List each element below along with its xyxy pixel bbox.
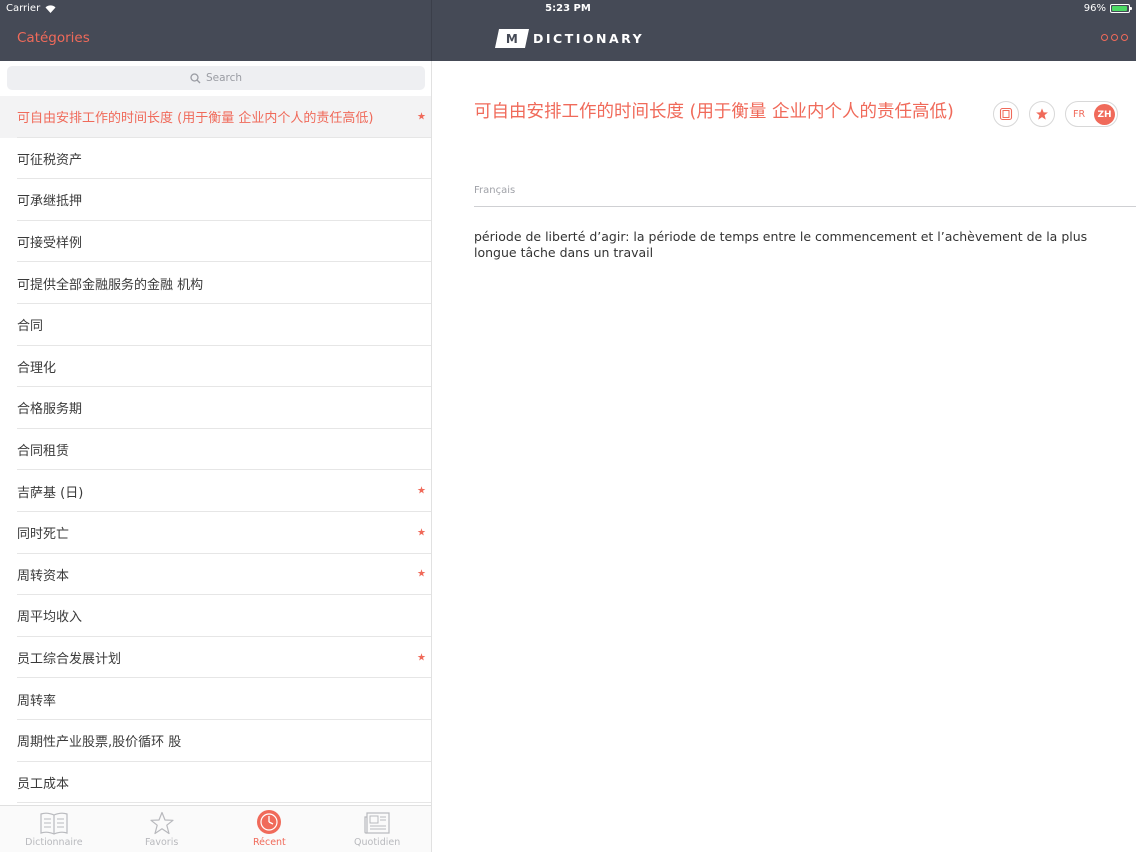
tab-recent[interactable]: Récent <box>216 806 324 852</box>
tab-quotidien[interactable]: Quotidien <box>323 806 431 852</box>
toggle-fr-label: FR <box>1073 108 1086 120</box>
category-panel: Search 可自由安排工作的时间长度 (用于衡量 企业内个人的责任高低) ★ 可征… <box>0 61 431 852</box>
tab-label: Quotidien <box>354 837 401 848</box>
list-item[interactable]: 可接受样例 <box>0 221 431 263</box>
list-item[interactable]: 可提供全部金融服务的金融 机构 <box>0 262 431 304</box>
entry-panel: 可自由安排工作的时间长度 (用于衡量 企业内个人的责任高低) FR ZH Fra… <box>432 61 1136 852</box>
tab-label: Favoris <box>144 837 179 848</box>
list-item-label: 合同 <box>17 319 44 335</box>
favorite-star-icon: ★ <box>417 527 426 539</box>
list-item-label: 员工综合发展计划 <box>17 652 122 668</box>
list-item[interactable]: 合理化 <box>0 346 431 388</box>
language-toggle[interactable]: FR ZH <box>1065 101 1118 127</box>
tab-label: Dictionnaire <box>25 837 83 848</box>
list-item-label: 员工成本 <box>17 776 70 792</box>
list-item-label: 可提供全部金融服务的金融 机构 <box>17 277 204 293</box>
categories-button[interactable]: Catégories <box>17 30 90 46</box>
list-item[interactable]: 合同租赁 <box>0 429 431 471</box>
status-time: 5:23 PM <box>545 3 591 14</box>
favorite-star-icon: ★ <box>417 652 426 664</box>
list-item[interactable]: 可自由安排工作的时间长度 (用于衡量 企业内个人的责任高低) ★ <box>0 96 431 138</box>
star-icon <box>150 811 174 835</box>
logo-mark: M <box>494 29 530 48</box>
list-item-label: 可征税资产 <box>17 152 83 168</box>
entry-title: 可自由安排工作的时间长度 (用于衡量 企业内个人的责任高低) <box>474 102 954 122</box>
list-item[interactable]: 吉萨基 (日) ★ <box>0 470 431 512</box>
tab-label: Récent <box>252 837 286 848</box>
tab-dictionnaire[interactable]: Dictionnaire <box>0 806 108 852</box>
list-item[interactable]: 可征税资产 <box>0 138 431 180</box>
app-logo: M DICTIONARY <box>494 29 645 48</box>
list-item-label: 周转资本 <box>17 568 70 584</box>
logo-mark-text: M <box>506 31 518 46</box>
battery-icon <box>1110 4 1132 13</box>
list-item[interactable]: 合格服务期 <box>0 387 431 429</box>
language-label: Français <box>474 185 516 196</box>
section-divider <box>474 206 1136 207</box>
list-item-label: 合理化 <box>17 360 57 376</box>
clock-icon <box>257 810 282 834</box>
search-placeholder: Search <box>205 72 243 84</box>
list-item-label: 可自由安排工作的时间长度 (用于衡量 企业内个人的责任高低) <box>17 111 374 127</box>
list-item-label: 合同租赁 <box>17 444 70 460</box>
list-item-label: 吉萨基 (日) <box>17 485 84 501</box>
favorite-star-icon: ★ <box>417 568 426 580</box>
status-bar: Carrier 5:23 PM 96% <box>0 0 1136 18</box>
list-item[interactable]: 周转率 <box>0 678 431 720</box>
copy-icon <box>999 107 1013 121</box>
tab-bar: Dictionnaire Favoris Récent Quotidien <box>0 805 431 852</box>
search-area: Search <box>0 61 431 96</box>
list-item[interactable]: 员工综合发展计划 ★ <box>0 637 431 679</box>
list-item-label: 可承继抵押 <box>17 194 83 210</box>
list-item-label: 周转率 <box>17 693 57 709</box>
copy-button[interactable] <box>993 101 1019 127</box>
battery-info: 96% <box>1083 3 1132 14</box>
list-item-label: 合格服务期 <box>17 402 83 418</box>
list-item[interactable]: 周期性产业股票,股价循环 股 <box>0 720 431 762</box>
top-bar: Carrier 5:23 PM 96% Catégories M DICTION… <box>0 0 1136 61</box>
newspaper-icon <box>364 812 390 834</box>
favorite-star-icon: ★ <box>417 111 426 123</box>
book-icon <box>40 812 68 835</box>
definition-text: période de liberté d’agir: la période de… <box>474 229 1088 260</box>
list-item-label: 周期性产业股票,股价循环 股 <box>17 735 182 751</box>
entry-actions: FR ZH <box>993 101 1118 127</box>
list-item[interactable]: 周平均收入 <box>0 595 431 637</box>
list-item[interactable]: 同时死亡 ★ <box>0 512 431 554</box>
list-item-label: 同时死亡 <box>17 527 70 543</box>
logo-word: DICTIONARY <box>533 31 645 46</box>
panel-divider-top <box>431 0 432 61</box>
search-input[interactable]: Search <box>7 66 425 90</box>
favorite-button[interactable] <box>1029 101 1055 127</box>
list-item[interactable]: 周转资本 ★ <box>0 554 431 596</box>
search-icon <box>190 72 201 83</box>
star-icon <box>1036 108 1048 120</box>
term-list: 可自由安排工作的时间长度 (用于衡量 企业内个人的责任高低) ★ 可征税资产可承继抵… <box>0 96 431 803</box>
list-item[interactable]: 合同 <box>0 304 431 346</box>
list-item-label: 周平均收入 <box>17 610 83 626</box>
battery-percent: 96% <box>1083 3 1106 14</box>
list-item-label: 可接受样例 <box>17 236 83 252</box>
more-options-icon[interactable] <box>1101 34 1128 41</box>
tab-favoris[interactable]: Favoris <box>108 806 216 852</box>
list-item[interactable]: 可承继抵押 <box>0 179 431 221</box>
list-item[interactable]: 员工成本 <box>0 762 431 804</box>
favorite-star-icon: ★ <box>417 485 426 497</box>
toggle-zh-knob: ZH <box>1094 104 1115 125</box>
